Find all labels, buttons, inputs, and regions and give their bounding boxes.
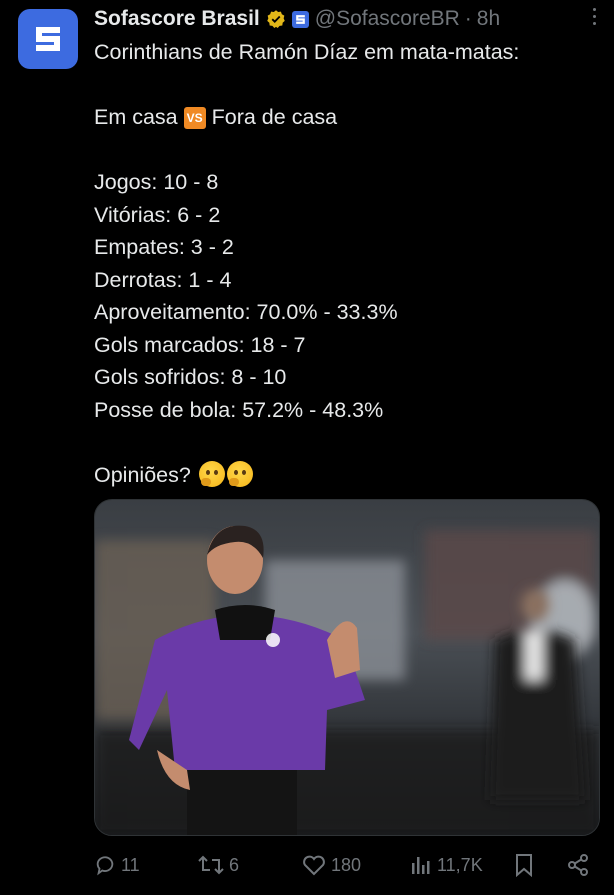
like-count: 180 bbox=[331, 854, 362, 875]
repost-count: 6 bbox=[229, 854, 240, 875]
reply-count: 11 bbox=[121, 854, 140, 875]
affiliate-badge-icon[interactable] bbox=[291, 10, 309, 28]
reply-icon bbox=[96, 856, 114, 876]
home-vs-away-line: Em casa VS Fora de casa bbox=[94, 101, 598, 134]
author-avatar[interactable] bbox=[18, 9, 78, 69]
repost-button[interactable]: 6 bbox=[198, 854, 302, 876]
bookmark-icon bbox=[516, 854, 532, 877]
tweet-actions-bar: 11 6 180 11,7K bbox=[94, 848, 600, 882]
author-name[interactable]: Sofascore Brasil bbox=[94, 7, 260, 31]
thinking-face-icon bbox=[198, 460, 225, 487]
views-count: 11,7K bbox=[437, 854, 483, 875]
sofascore-logo-icon bbox=[36, 27, 60, 51]
away-label: Fora de casa bbox=[211, 105, 338, 129]
vs-badge: VS bbox=[183, 107, 206, 129]
like-button[interactable]: 180 bbox=[302, 854, 410, 876]
verified-badge-icon[interactable] bbox=[266, 9, 286, 29]
home-label: Em casa bbox=[94, 105, 178, 129]
tweet-line: Posse de bola: 57.2% - 48.3% bbox=[94, 397, 384, 422]
tweet-text: Corinthians de Ramón Díaz em mata-matas:… bbox=[94, 36, 598, 491]
tweet-header: Sofascore Brasil @SofascoreBR · 8h bbox=[94, 6, 594, 32]
author-handle[interactable]: @SofascoreBR bbox=[315, 7, 460, 31]
share-icon bbox=[568, 854, 588, 876]
question-line: Opiniões? bbox=[94, 459, 598, 492]
question-text: Opiniões? bbox=[94, 462, 191, 487]
share-button[interactable] bbox=[566, 853, 590, 877]
tweet-time[interactable]: 8h bbox=[477, 7, 500, 31]
tweet-line: Derrotas: 1 - 4 bbox=[94, 267, 232, 292]
thinking-face-icon bbox=[226, 460, 253, 487]
more-icon[interactable] bbox=[593, 8, 596, 25]
reply-button[interactable]: 11 bbox=[94, 854, 198, 876]
tweet-line: Jogos: 10 - 8 bbox=[94, 170, 219, 194]
tweet-line: Empates: 3 - 2 bbox=[94, 235, 234, 259]
tweet-line: Aproveitamento: 70.0% - 33.3% bbox=[94, 300, 398, 324]
tweet-line: Vitórias: 6 - 2 bbox=[94, 202, 221, 227]
tweet-photo[interactable] bbox=[94, 499, 600, 836]
bookmark-button[interactable] bbox=[514, 853, 566, 877]
tweet-line: Corinthians de Ramón Díaz em mata-matas: bbox=[94, 40, 520, 64]
header-separator: · bbox=[464, 7, 472, 30]
views-button[interactable]: 11,7K bbox=[410, 854, 514, 876]
tweet-line: Gols sofridos: 8 - 10 bbox=[94, 365, 287, 389]
tweet-line: Gols marcados: 18 - 7 bbox=[94, 332, 306, 357]
repost-icon bbox=[198, 855, 224, 875]
coach-photo-illustration bbox=[95, 500, 599, 835]
views-icon bbox=[412, 857, 430, 874]
like-icon bbox=[303, 855, 325, 876]
